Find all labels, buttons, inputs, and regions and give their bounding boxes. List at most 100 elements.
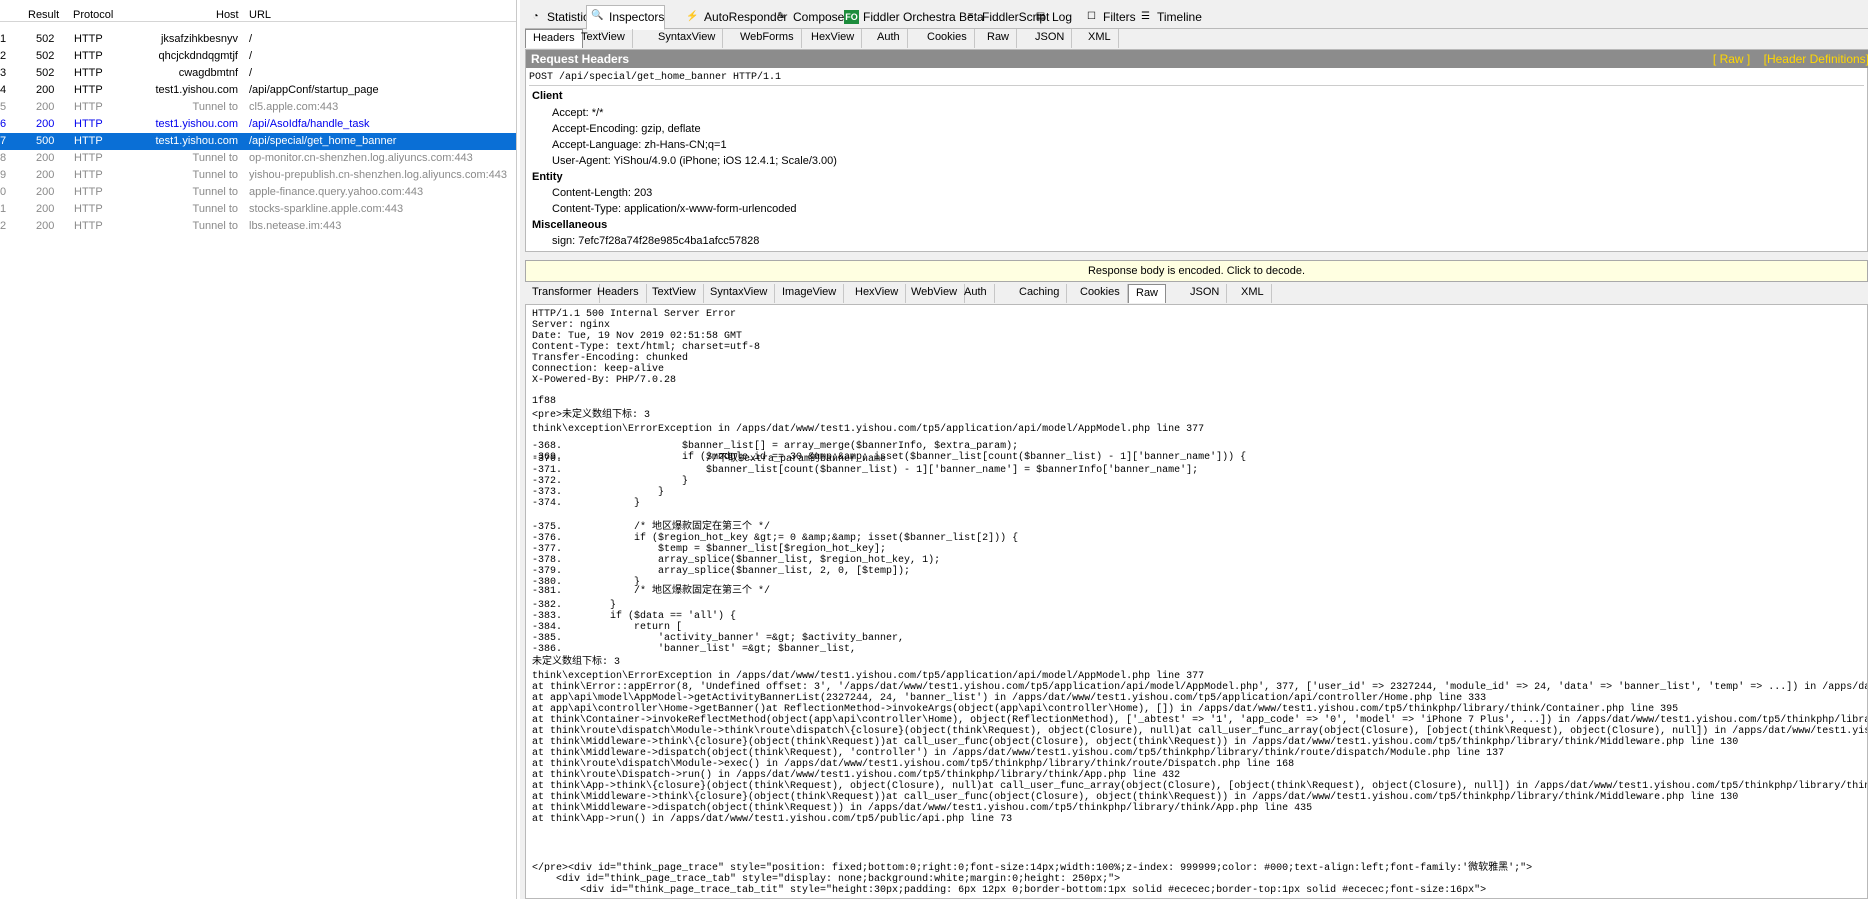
response-tab-headers[interactable]: Headers bbox=[590, 284, 647, 303]
header-sign[interactable]: sign: 7efc7f28a74f28e985c4ba1afcc57828 bbox=[552, 235, 759, 247]
session-url: /api/appConf/startup_page bbox=[249, 84, 379, 96]
response-tab-imageview[interactable]: ImageView bbox=[775, 284, 845, 303]
session-list[interactable]: Result Protocol Host URL 1 502 HTTP jksafzi… bbox=[0, 0, 517, 899]
raw-link[interactable]: [ Raw ] bbox=[1713, 52, 1750, 66]
tab-statistics[interactable]: ◔ Statistics bbox=[525, 7, 595, 29]
session-number: 0 bbox=[0, 186, 7, 198]
response-tab-webview[interactable]: WebView bbox=[904, 284, 966, 303]
request-tab-syntaxview[interactable]: SyntaxView bbox=[651, 29, 724, 48]
header-group-entity[interactable]: Entity bbox=[532, 171, 563, 183]
session-number: 5 bbox=[0, 101, 7, 113]
session-row[interactable]: 1 200 HTTP Tunnel to stocks-sparkline.apple.… bbox=[0, 201, 516, 218]
session-protocol: HTTP bbox=[74, 220, 103, 232]
inspector-pane: ◔ Statistics 🔍 Inspectors ⚡ AutoResponder ✎ Com… bbox=[520, 0, 1868, 899]
request-tab-cookies[interactable]: Cookies bbox=[920, 29, 975, 48]
session-row[interactable]: 5 200 HTTP Tunnel to cl5.apple.com:443 bbox=[0, 99, 516, 116]
header-accept-language[interactable]: Accept-Language: zh-Hans-CN;q=1 bbox=[552, 139, 727, 151]
script-icon: ≡ bbox=[967, 11, 974, 22]
session-row[interactable]: 2 502 HTTP qhcjckdndqgmtjf / bbox=[0, 48, 516, 65]
session-number: 1 bbox=[0, 203, 7, 215]
response-chunk-size: 1f88 bbox=[532, 396, 557, 407]
response-exception-line: think\exception\ErrorException in /apps/… bbox=[532, 424, 1205, 435]
session-host: qhcjckdndqgmtjf bbox=[158, 50, 239, 62]
response-tab-raw[interactable]: Raw bbox=[1128, 284, 1167, 303]
inspectors-icon: 🔍 bbox=[591, 10, 604, 21]
source-lines-381: -381. /* 地区爆款固定在第三个 */ bbox=[532, 586, 771, 597]
session-row[interactable]: 4 200 HTTP test1.yishou.com/api/appConf/sta… bbox=[0, 82, 516, 99]
session-result: 200 bbox=[36, 169, 55, 181]
session-number: 6 bbox=[0, 118, 7, 130]
session-url: lbs.netease.im:443 bbox=[249, 220, 342, 232]
header-accept-encoding[interactable]: Accept-Encoding: gzip, deflate bbox=[552, 123, 701, 135]
request-tab-xml[interactable]: XML bbox=[1081, 29, 1119, 48]
response-tab-syntaxview[interactable]: SyntaxView bbox=[703, 284, 776, 303]
session-protocol: HTTP bbox=[74, 118, 103, 130]
session-result: 200 bbox=[36, 220, 55, 232]
response-tab-xml[interactable]: XML bbox=[1234, 284, 1272, 303]
header-group-client[interactable]: Client bbox=[532, 90, 563, 102]
response-raw-view[interactable]: HTTP/1.1 500 Internal Server Error Serve… bbox=[525, 304, 1868, 899]
header-user-agent[interactable]: User-Agent: YiShou/4.9.0 (iPhone; iOS 12… bbox=[552, 155, 837, 167]
session-row[interactable]: 7 500 HTTP test1.yishou.com/api/special/get… bbox=[0, 133, 516, 150]
session-row[interactable]: 0 200 HTTP Tunnel to apple-finance.query.yah… bbox=[0, 184, 516, 201]
session-protocol: HTTP bbox=[74, 50, 103, 62]
request-tab-hexview[interactable]: HexView bbox=[804, 29, 863, 48]
response-error-line: <pre>未定义数组下标: 3 bbox=[532, 410, 651, 421]
session-url: stocks-sparkline.apple.com:443 bbox=[249, 203, 404, 215]
session-protocol: HTTP bbox=[74, 101, 103, 113]
header-content-length[interactable]: Content-Length: 203 bbox=[552, 187, 652, 199]
session-row[interactable]: 9 200 HTTP Tunnel to yishou-prepublish.cn-sh… bbox=[0, 167, 516, 184]
request-tab-json[interactable]: JSON bbox=[1028, 29, 1073, 48]
tab-inspectors[interactable]: 🔍 Inspectors bbox=[586, 5, 666, 30]
tab-log[interactable]: ▤ Log bbox=[1030, 7, 1072, 29]
session-host: cwagdbmtnf bbox=[178, 67, 238, 79]
source-lines-375: -375. /* 地区爆款固定在第三个 */ -376. if ($region… bbox=[532, 522, 1019, 588]
column-header-result[interactable]: Result bbox=[28, 8, 59, 22]
tab-composer[interactable]: ✎ Composer bbox=[771, 7, 848, 29]
header-content-type[interactable]: Content-Type: application/x-www-form-url… bbox=[552, 203, 797, 215]
session-host: Tunnel to bbox=[192, 203, 238, 215]
response-tab-caching[interactable]: Caching bbox=[1012, 284, 1068, 303]
session-number: 4 bbox=[0, 84, 7, 96]
session-protocol: HTTP bbox=[74, 135, 103, 147]
session-result: 200 bbox=[36, 152, 55, 164]
session-row[interactable]: 8 200 HTTP Tunnel to op-monitor.cn-shenzhen.… bbox=[0, 150, 516, 167]
session-row[interactable]: 1 502 HTTP jksafzihkbesnyv / bbox=[0, 31, 516, 48]
tab-label: Log bbox=[1052, 10, 1073, 24]
fo-icon: FO bbox=[844, 10, 859, 24]
session-result: 200 bbox=[36, 203, 55, 215]
tab-filters[interactable]: ☐ Filters bbox=[1081, 7, 1136, 29]
session-result: 200 bbox=[36, 186, 55, 198]
session-host: Tunnel to bbox=[192, 169, 238, 181]
request-headers-title-text: Request Headers bbox=[531, 52, 630, 66]
request-tab-textview[interactable]: TextView bbox=[574, 29, 633, 48]
request-tab-webforms[interactable]: WebForms bbox=[733, 29, 802, 48]
request-tab-auth[interactable]: Auth bbox=[870, 29, 908, 48]
tab-timeline[interactable]: ☰ Timeline bbox=[1135, 7, 1202, 29]
header-group-miscellaneous[interactable]: Miscellaneous bbox=[532, 219, 607, 231]
column-header-url[interactable]: URL bbox=[249, 8, 271, 22]
session-host: Tunnel to bbox=[192, 101, 238, 113]
session-row[interactable]: 2 200 HTTP Tunnel to lbs.netease.im:443 bbox=[0, 218, 516, 235]
response-tab-json[interactable]: JSON bbox=[1183, 284, 1228, 303]
session-row[interactable]: 6 200 HTTP test1.yishou.com/api/AsoIdfa/han… bbox=[0, 116, 516, 133]
session-url: /api/special/get_home_banner bbox=[249, 135, 397, 147]
response-tab-textview[interactable]: TextView bbox=[645, 284, 704, 303]
response-tab-hexview[interactable]: HexView bbox=[848, 284, 907, 303]
session-host: Tunnel to bbox=[192, 152, 238, 164]
response-tab-auth[interactable]: Auth bbox=[957, 284, 995, 303]
response-tab-cookies[interactable]: Cookies bbox=[1073, 284, 1128, 303]
header-definitions-link[interactable]: [Header Definitions] bbox=[1764, 52, 1868, 66]
checkbox-icon: ☐ bbox=[1087, 11, 1096, 22]
response-tab-transformer[interactable]: Transformer bbox=[525, 284, 600, 303]
column-header-host[interactable]: Host bbox=[216, 8, 239, 22]
request-tab-raw[interactable]: Raw bbox=[980, 29, 1018, 48]
session-row[interactable]: 3 502 HTTP cwagdbmtnf / bbox=[0, 65, 516, 82]
header-accept[interactable]: Accept: */* bbox=[552, 107, 603, 119]
session-number: 2 bbox=[0, 50, 7, 62]
response-inspector-tabs: Transformer Headers TextView SyntaxView Imag… bbox=[525, 284, 1868, 304]
tab-label: Timeline bbox=[1157, 10, 1202, 24]
column-header-protocol[interactable]: Protocol bbox=[73, 8, 113, 22]
decode-notice-bar[interactable]: Response body is encoded. Click to decod… bbox=[525, 260, 1868, 282]
request-headers-title: Request Headers [ Raw ] [Header Definiti… bbox=[526, 50, 1868, 68]
